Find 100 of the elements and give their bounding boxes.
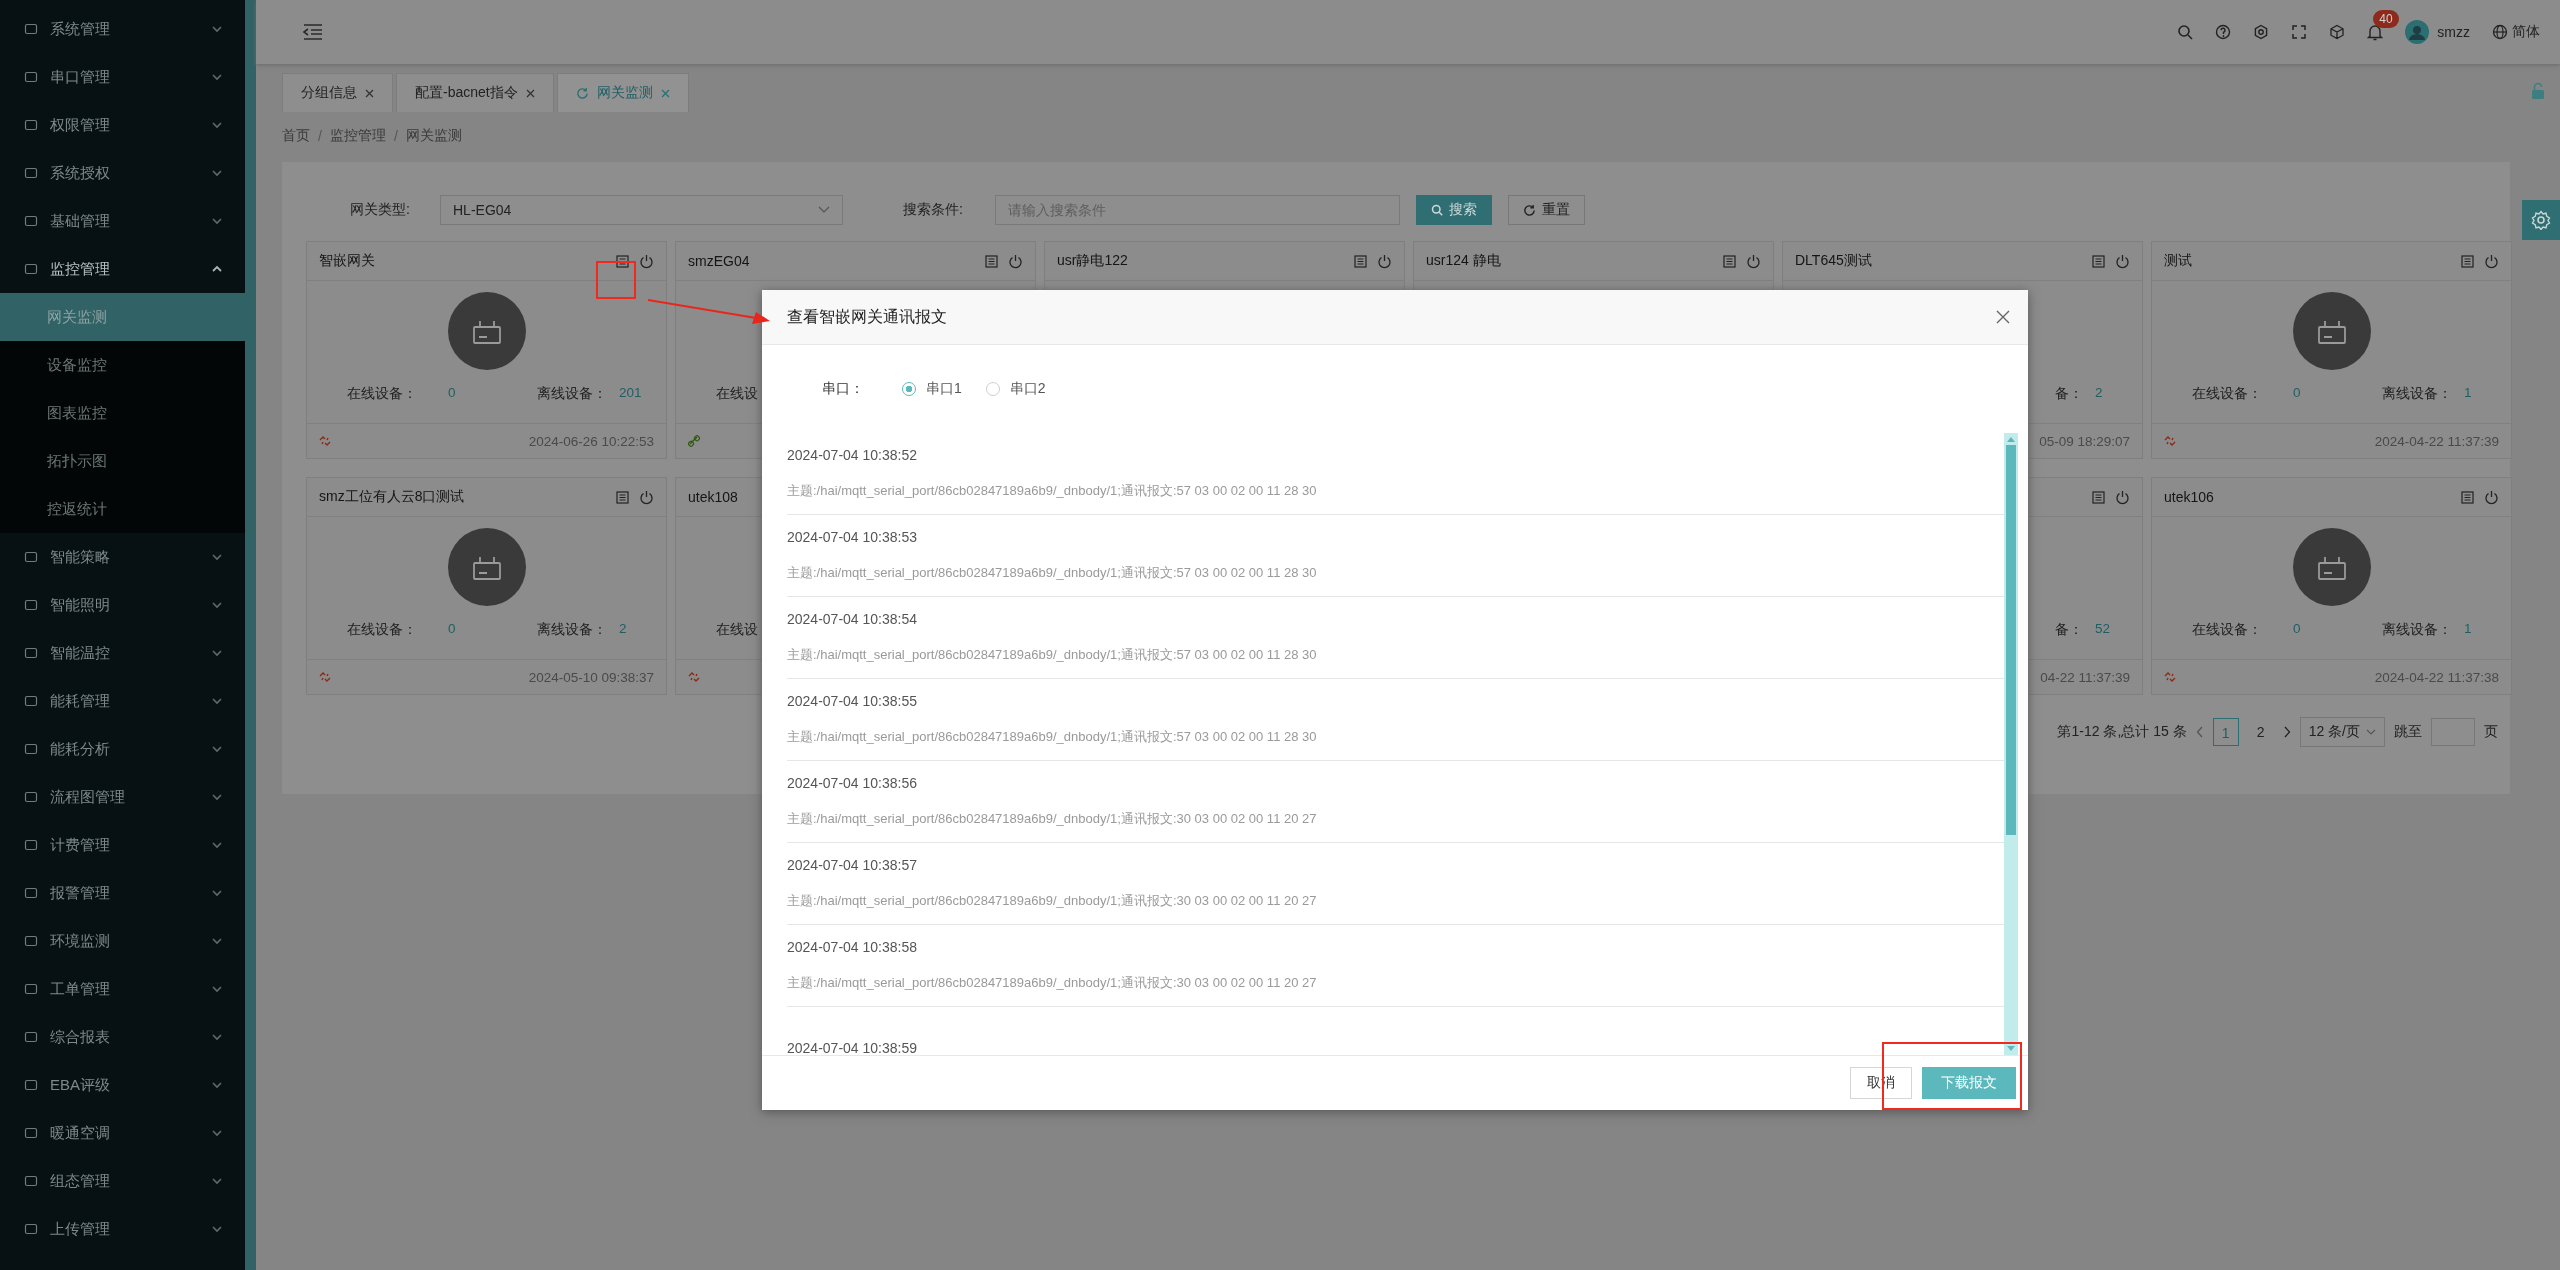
gear-icon[interactable] — [2253, 24, 2270, 40]
message-time: 2024-07-04 10:38:55 — [787, 692, 918, 709]
power-icon[interactable] — [2115, 489, 2130, 505]
submenu-item[interactable]: 拓扑示图 — [0, 437, 245, 485]
globe-icon[interactable] — [2492, 24, 2508, 40]
scrollbar[interactable] — [245, 0, 256, 1270]
page-size-select[interactable]: 12 条/页 — [2299, 717, 2385, 747]
list-icon[interactable] — [2092, 490, 2105, 504]
menu-item[interactable]: EBA评级 — [0, 1061, 245, 1109]
close-icon[interactable] — [525, 88, 535, 98]
power-icon[interactable] — [2484, 489, 2499, 505]
submenu-item[interactable]: 控返统计 — [0, 485, 245, 533]
stat-label: 离线设备： — [2381, 621, 2452, 639]
search-button[interactable]: 搜索 — [1416, 195, 1492, 225]
breadcrumb-link[interactable]: 首页 — [282, 127, 310, 145]
menu-item[interactable]: 上传管理 — [0, 1205, 245, 1253]
close-icon[interactable] — [1996, 310, 2010, 324]
message-time: 2024-07-04 10:38:57 — [787, 856, 918, 873]
chevron-down-icon — [211, 1177, 223, 1185]
language-menu[interactable]: 简体 — [2512, 23, 2540, 41]
close-icon[interactable] — [365, 88, 374, 98]
page-number[interactable]: 2 — [2247, 718, 2274, 746]
field-label: 网关类型: — [350, 201, 411, 219]
menu-item[interactable]: 工单管理 — [0, 965, 245, 1013]
submenu-item[interactable]: 图表监控 — [0, 389, 245, 437]
stat-label: 离线设备： — [536, 385, 607, 403]
menu-item[interactable]: 智能照明 — [0, 581, 245, 629]
list-icon[interactable] — [2461, 490, 2474, 504]
cube-icon[interactable] — [2329, 24, 2346, 40]
chevron-right-icon[interactable] — [2282, 726, 2291, 738]
router-icon — [2291, 291, 2372, 371]
gateway-type-select[interactable]: HL-EG04 — [440, 195, 843, 225]
avatar-icon[interactable] — [2405, 20, 2430, 44]
submenu-item[interactable]: 设备监控 — [0, 341, 245, 389]
radio-button[interactable]: 串口2 — [985, 380, 1046, 398]
list-icon[interactable] — [616, 490, 629, 504]
field-label: 串口： — [822, 380, 865, 398]
menu-item[interactable]: 串口管理 — [0, 53, 245, 101]
user-name[interactable]: smzz — [2437, 24, 2470, 40]
power-icon[interactable] — [639, 489, 654, 505]
broken-link-icon — [2164, 671, 2176, 683]
chevron-down-icon — [211, 73, 223, 81]
stat-label: 备： — [2054, 385, 2083, 403]
caret-icon — [2366, 728, 2376, 736]
menu-item[interactable]: 智能温控 — [0, 629, 245, 677]
settings-button[interactable] — [2522, 200, 2560, 240]
menu-item[interactable]: 系统授权 — [0, 149, 245, 197]
stat-value: 2 — [2094, 385, 2104, 402]
radio-button[interactable]: 串口1 — [902, 380, 962, 398]
menu-item[interactable]: 报警管理 — [0, 869, 245, 917]
chevron-down-icon — [211, 121, 223, 129]
menu-item[interactable]: 能耗管理 — [0, 677, 245, 725]
power-icon[interactable] — [1008, 253, 1023, 269]
list-icon[interactable] — [2461, 254, 2474, 268]
menu-fold-icon[interactable] — [303, 24, 323, 40]
menu-item[interactable]: 监控管理 — [0, 245, 245, 293]
menu-item[interactable]: 流程图管理 — [0, 773, 245, 821]
router-icon — [2291, 527, 2372, 607]
menu-item[interactable]: 智能策略 — [0, 533, 245, 581]
menu-item[interactable]: 环境监测 — [0, 917, 245, 965]
router-icon — [446, 291, 527, 371]
stat-label: 在线设备： — [2192, 385, 2263, 403]
tab[interactable]: 分组信息 — [282, 73, 393, 112]
power-icon[interactable] — [2115, 253, 2130, 269]
power-icon[interactable] — [1746, 253, 1761, 269]
list-icon[interactable] — [1723, 254, 1736, 268]
list-icon[interactable] — [985, 254, 998, 268]
stat-value: 0 — [448, 385, 457, 402]
list-icon[interactable] — [616, 254, 629, 268]
chevron-down-icon — [211, 841, 223, 849]
list-icon[interactable] — [1354, 254, 1367, 268]
fullscreen-icon[interactable] — [2291, 24, 2308, 40]
message-time: 2024-07-04 10:38:54 — [787, 610, 918, 627]
power-icon[interactable] — [2484, 253, 2499, 269]
square-icon — [24, 214, 38, 228]
help-icon[interactable] — [2215, 24, 2232, 40]
stat-value: 0 — [2293, 385, 2302, 402]
square-icon — [24, 934, 38, 948]
list-icon[interactable] — [2092, 254, 2105, 268]
notification-badge: 40 — [2373, 9, 2399, 28]
chevron-down-icon — [211, 1033, 223, 1041]
menu-item[interactable]: 暖通空调 — [0, 1109, 245, 1157]
square-icon — [24, 1126, 38, 1140]
menu-item[interactable]: 能耗分析 — [0, 725, 245, 773]
power-icon[interactable] — [639, 253, 654, 269]
power-icon[interactable] — [1377, 253, 1392, 269]
tab[interactable]: 配置-bacnet指令 — [396, 73, 554, 112]
menu-item[interactable]: 权限管理 — [0, 101, 245, 149]
breadcrumb-separator: / — [318, 128, 322, 144]
menu-item[interactable]: 组态管理 — [0, 1157, 245, 1205]
gateway-name: 测试 — [2164, 252, 2192, 270]
menu-item[interactable]: 系统管理 — [0, 5, 245, 53]
gateway-name: usr静电122 — [1057, 252, 1128, 270]
breadcrumb-link[interactable]: 监控管理 — [329, 127, 386, 145]
menu-item[interactable]: 基础管理 — [0, 197, 245, 245]
menu-item[interactable]: 计费管理 — [0, 821, 245, 869]
menu-item[interactable]: 综合报表 — [0, 1013, 245, 1061]
reset-button[interactable]: 重置 — [1508, 195, 1585, 225]
search-icon[interactable] — [2177, 24, 2194, 40]
bell-icon[interactable] — [2367, 23, 2384, 41]
